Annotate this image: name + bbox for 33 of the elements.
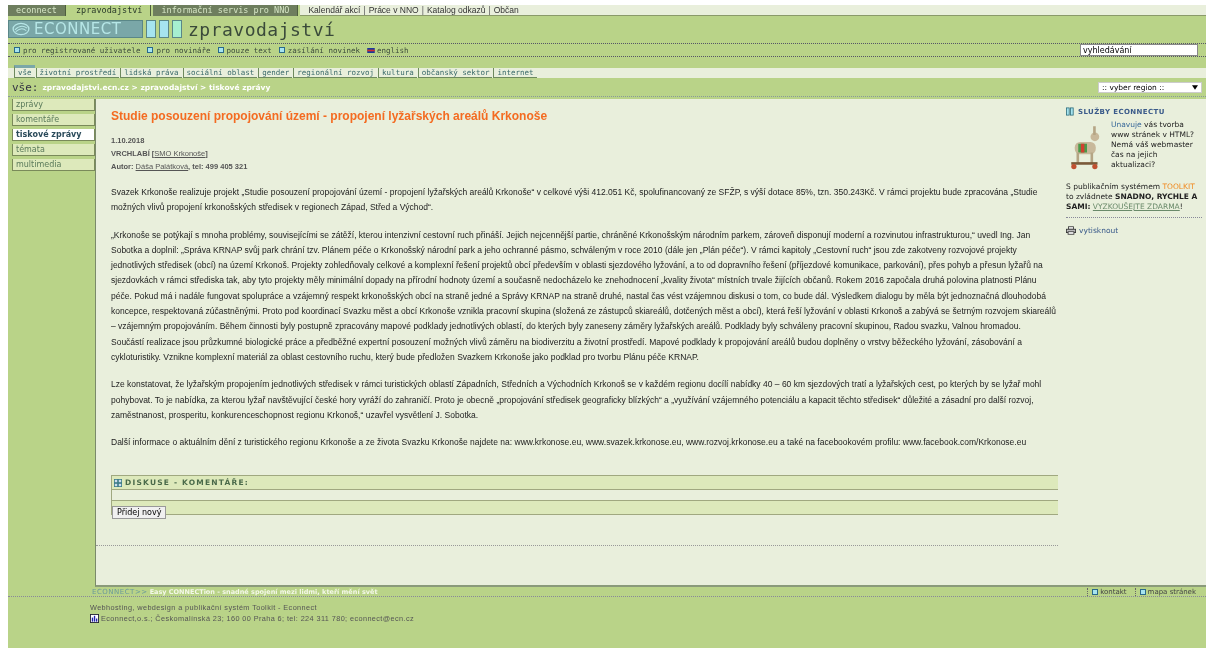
caret-icon	[1192, 84, 1198, 90]
site-tab[interactable]: informační servis pro NNO	[153, 5, 299, 16]
article-paragraph: Svazek Krkonoše realizuje projekt „Studie posouzení propojování území - propojení lyžařských areálů Krkonoše“ v celkové výši 412.051 Kč, spolufinancovaný ze SFŽP, s výší dotace 85%, tzn. 350.243Kč. V rámci projektu bude zpracována „Studie možných vlivů propojení krkonošských středisek v regionech Západ, Střed a Východ“.	[111, 186, 1039, 215]
swirl-icon	[12, 22, 30, 36]
search-field[interactable]: vyhledávání	[1080, 44, 1198, 56]
bars-icon	[1066, 107, 1074, 116]
sidebar-item[interactable]: zprávy	[12, 99, 95, 111]
flag-icon	[367, 47, 375, 53]
breadcrumb-label: vše:	[12, 80, 39, 94]
top-link[interactable]: Katalog odkazů	[426, 5, 486, 15]
article-paragraph: Další informace o aktuálním dění z turistického regionu Krkonoše a ze života Svazku Krkonoše najdete na: www.krkonose.eu, www.svazek.krkonose.eu, www.rozvoj.krkonose.eu a také na facebookovém profilu: www.facebook.com/Krkonose.eu	[111, 436, 1028, 450]
color-square	[172, 20, 182, 38]
top-link[interactable]: Práce v NNO	[368, 5, 419, 15]
section-title: zpravodajství	[188, 18, 336, 40]
article-paragraph: Lze konstatovat, že lyžařským propojením jednotlivých středisek v rámci turistických oblastí Západních, Středních a Východních Krkonoš se v každém regionu docílí nabídky 40 – 60 km sjezdových tratí a lyžařských cest, po kterých by se lyžař mohl pohybovat. To je nabídka, za kterou lyžař navštěvující české hory vyráží do zahraničí. Proto je obecně „propojování středisek geograficky blízkých“ a „využívání vzájemného potenciálu a kapacit těchto středisek“ důležité a zásadní pro další rozvoj, zaměstnanost, prosperitu, konkurenceschopnost regionu Krkonoš,“ uzavřel vysvětlení J. Sobotka.	[111, 378, 1043, 422]
sidebar-item[interactable]: tiskové zprávy	[12, 129, 95, 141]
printer-icon	[1066, 226, 1076, 235]
color-square	[159, 20, 169, 38]
link-separator: |	[488, 5, 491, 15]
article-paragraph: „Krkonoše se potýkají s mnoha problémy, souvisejícími se zátěží, kterou intenzivní cestovní ruch přináší. Jejich nejcennější partie, chráněné Krkonošským národním parkem, zároveň disponují moderní a rozvinutou infrastrukturou,“ uvedl Ing. Jan Sobotka a doplnil: „Správa KRNAP svůj park chrání tzv. Plánem péče o Krkonošský národní park a jeho ochranné pásmo, schváleným v roce 2010 (dále jen „Plán péče“). V rámci kapitoly „Cestovní ruch“ jsou zde zakotveny rozvojové projekty jednotlivých středisek (obcí) na území Krkonoš. Projekty zohledňovaly celkové a komplexní řešení projektů obcí především v oblasti sjezdového lyžování, a to od dopravního řešení (příjezdové komunikace, parkování), přes pohyb a přesun lyžařů na sjezdovkách v rámci střediska tak, aby tyto projekty měly minimální dopady na přírodní hodnoty území a současně nedocházelo ke znehodnocení „kvality života“ místních trvale žijících občanů. Rokem 2016 započala druhá polovina platnosti Plánu péče. Pokud má i nadále fungovat spolupráce a vzájemný respekt krkonošských obcí na straně jedné a Správy KRNAP na straně druhé, nastal čas vést vzájemnou diskusi o tom, co bude dál. Výsledkem dialogu by měla být jednoznačná dlouhodobá koncepce, respektovaná zúčastněnými. Proto pod koordinací Svazku měst a obcí Krkonoše vznikla pracovní skupina (složená ze zástupců skiareálů, dotčených měst a obcí), která řeší lyžování v oblasti Krkonoš a zabývá se šetrným rozvojem skiareálů – vzájemným propojováním. Během činnosti byly postupně zpracovány mapové podklady jednotlivých oblastí, do kterých byly zaneseny záměry lyžařských areálů. Podklady byly schváleny pracovní skupinou, Radou svazku, Valnou hromadou. Součástí realizace jsou průzkumné biologické práce a předběžné expertní posouzení možných vlivů záměru na biodiverzitu a životní prostředí. Mapové podklady k propojování areálů budou doplněny o vrstvy běžeckého lyžování, zásobování a cykloturistiky. Vznikne komplexní materiál za oblast cestovního ruchu, který bude předložen Svazkem Krkonoše jako podklad pro tvorbu Plánu péče KRNAP.	[111, 228, 1056, 364]
stats-icon	[90, 614, 99, 623]
add-comment-button[interactable]: Přidej nový	[112, 506, 167, 520]
link-separator: |	[363, 5, 366, 15]
site-tab[interactable]: econnect	[8, 5, 66, 16]
link-separator: |	[421, 5, 424, 15]
grid-icon	[114, 478, 122, 487]
top-link[interactable]: Kalendář akcí	[308, 5, 361, 15]
color-square	[146, 20, 156, 38]
sidebar-item[interactable]: komentáře	[12, 114, 95, 126]
top-link[interactable]: Občan	[493, 5, 519, 15]
sidebar-item[interactable]: multimedia	[12, 159, 95, 171]
article-title: Studie posouzení propojování území - propojení lyžařských areálů Krkonoše	[111, 109, 549, 123]
sidebar-item[interactable]: témata	[12, 144, 95, 156]
